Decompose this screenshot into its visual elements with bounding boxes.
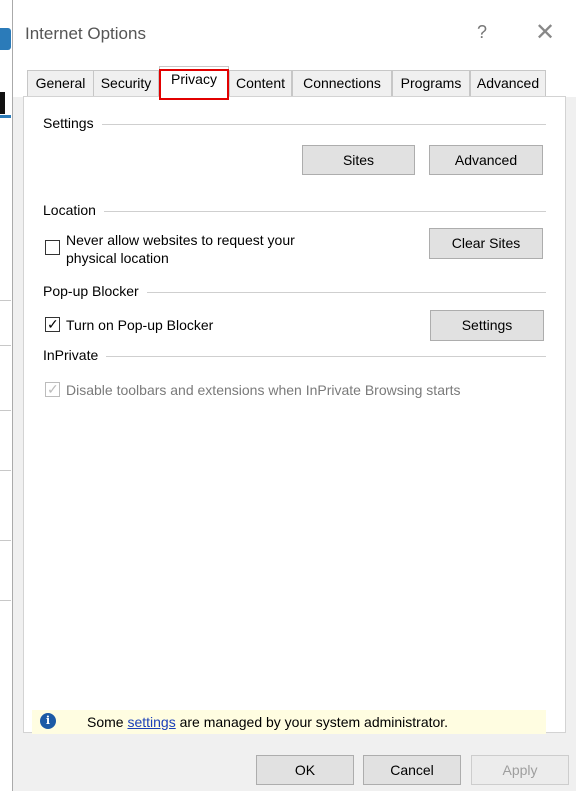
settings-link[interactable]: settings — [127, 714, 175, 730]
privacy-tab-panel — [23, 96, 566, 733]
apply-button[interactable]: Apply — [471, 755, 569, 785]
location-group-label: Location — [43, 202, 104, 218]
info-text-after: are managed by your system administrator… — [175, 714, 449, 730]
disable-toolbars-checkbox: ✓ — [45, 381, 60, 397]
admin-managed-info-bar: i Some settings are managed by your syst… — [32, 710, 546, 734]
background-accent-fragment — [0, 115, 11, 118]
never-allow-location-checkbox[interactable] — [45, 240, 60, 255]
location-group-divider — [43, 211, 546, 212]
background-divider — [0, 410, 11, 411]
selected-tab-highlight — [159, 69, 229, 100]
advanced-settings-button[interactable]: Advanced — [429, 145, 543, 175]
background-divider — [0, 540, 11, 541]
background-logo-fragment — [0, 28, 11, 50]
close-button[interactable]: ✕ — [535, 18, 555, 47]
info-text-before: Some — [87, 714, 128, 730]
tab-connections[interactable]: Connections — [292, 70, 392, 96]
tab-programs[interactable]: Programs — [392, 70, 470, 96]
popup-blocker-label[interactable]: Turn on Pop-up Blocker — [66, 317, 213, 333]
background-text-fragment — [0, 92, 5, 114]
inprivate-group-divider — [43, 356, 546, 357]
title-bar[interactable]: Internet Options ? ✕ — [13, 0, 576, 60]
clear-sites-button[interactable]: Clear Sites — [429, 228, 543, 259]
background-divider — [0, 345, 11, 346]
never-allow-location-label-line2: physical location — [66, 250, 169, 266]
background-divider — [0, 600, 11, 601]
background-divider — [0, 470, 11, 471]
popup-group-label: Pop-up Blocker — [43, 283, 147, 299]
tab-security[interactable]: Security — [93, 70, 159, 96]
popup-settings-button[interactable]: Settings — [430, 310, 544, 341]
info-message: Some settings are managed by your system… — [87, 714, 448, 730]
popup-blocker-checkbox[interactable]: ✓ — [45, 316, 60, 332]
checkmark-icon: ✓ — [47, 316, 59, 332]
never-allow-location-label[interactable]: Never allow websites to request your phy… — [66, 232, 295, 266]
never-allow-location-label-line1: Never allow websites to request your — [66, 232, 295, 248]
ok-button[interactable]: OK — [256, 755, 354, 785]
sites-button[interactable]: Sites — [302, 145, 415, 175]
window-title: Internet Options — [25, 24, 146, 43]
internet-options-dialog: Internet Options ? ✕ General Security Pr… — [12, 0, 576, 791]
checkmark-icon: ✓ — [47, 381, 59, 397]
settings-group-label: Settings — [43, 115, 102, 131]
tab-content[interactable]: Content — [229, 70, 292, 96]
background-window-edge — [0, 0, 12, 791]
cancel-button[interactable]: Cancel — [363, 755, 461, 785]
settings-group-divider — [43, 124, 546, 125]
inprivate-group-label: InPrivate — [43, 347, 107, 363]
info-icon: i — [40, 713, 56, 729]
tab-general[interactable]: General — [27, 70, 94, 96]
background-divider — [0, 300, 11, 301]
help-button[interactable]: ? — [477, 22, 487, 43]
tab-advanced[interactable]: Advanced — [470, 70, 546, 96]
disable-toolbars-label: Disable toolbars and extensions when InP… — [66, 382, 461, 398]
